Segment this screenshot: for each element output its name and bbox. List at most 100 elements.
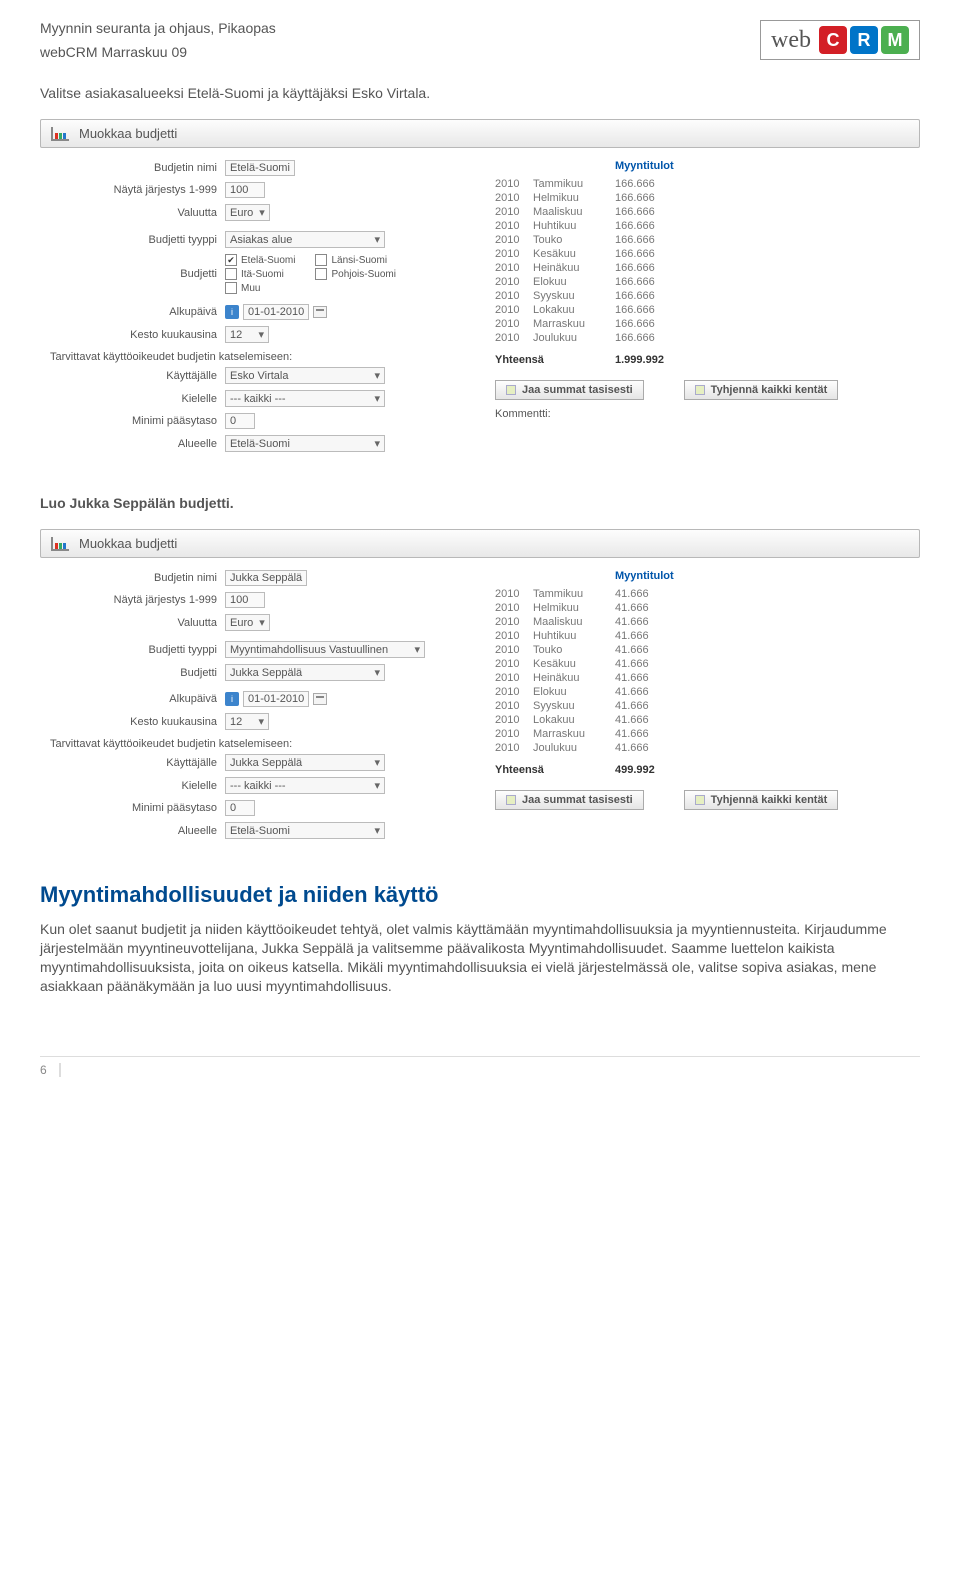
month-row: 2010Touko41.666 — [495, 644, 910, 656]
month-table-2: 2010Tammikuu41.666 2010Helmikuu41.666 2010… — [495, 588, 910, 754]
type-select[interactable]: Asiakas alue — [225, 231, 385, 248]
duration-select[interactable]: 12 — [225, 326, 269, 343]
month-row: 2010Tammikuu41.666 — [495, 588, 910, 600]
month-row: 2010Heinäkuu41.666 — [495, 672, 910, 684]
total-value: 1.999.992 — [615, 354, 664, 366]
label-currency: Valuutta — [50, 617, 225, 629]
total-label: Yhteensä — [495, 354, 615, 366]
currency-select[interactable]: Euro — [225, 614, 270, 631]
lang-select[interactable]: --- kaikki --- — [225, 777, 385, 794]
month-row: 2010Heinäkuu166.666 — [495, 262, 910, 274]
budget-name-input[interactable]: Etelä-Suomi — [225, 160, 295, 176]
label-type: Budjetti tyyppi — [50, 644, 225, 656]
month-row: 2010Kesäkuu41.666 — [495, 658, 910, 670]
chk-lansi[interactable] — [315, 254, 327, 266]
month-row: 2010Lokakuu166.666 — [495, 304, 910, 316]
month-table-1: 2010Tammikuu166.6662010Helmikuu166.66620… — [495, 178, 910, 344]
label-budget: Budjetti — [50, 268, 225, 280]
type-select[interactable]: Myyntimahdollisuus Vastuullinen — [225, 641, 425, 658]
calendar-icon[interactable] — [313, 306, 327, 318]
section-heading: Myyntimahdollisuudet ja niiden käyttö — [40, 882, 920, 908]
label-area: Alueelle — [50, 825, 225, 837]
month-row: 2010Syyskuu166.666 — [495, 290, 910, 302]
info-icon[interactable]: i — [225, 305, 239, 319]
label-lang: Kielelle — [50, 393, 225, 405]
chk-etela[interactable]: ✔ — [225, 254, 237, 266]
area-select[interactable]: Etelä-Suomi — [225, 435, 385, 452]
label-type: Budjetti tyyppi — [50, 234, 225, 246]
panel-title: Muokkaa budjetti — [79, 536, 177, 551]
order-input[interactable]: 100 — [225, 592, 265, 608]
chart-icon — [51, 127, 69, 141]
label-budget-name: Budjetin nimi — [50, 572, 225, 584]
myyntitulot-title: Myyntitulot — [495, 160, 910, 172]
month-row: 2010Maaliskuu166.666 — [495, 206, 910, 218]
label-budget: Budjetti — [50, 667, 225, 679]
chk-pohjois[interactable] — [315, 268, 327, 280]
order-input[interactable]: 100 — [225, 182, 265, 198]
page-header: Myynnin seuranta ja ohjaus, Pikaopas web… — [40, 20, 920, 60]
logo-r-icon: R — [850, 26, 878, 54]
logo-m-icon: M — [881, 26, 909, 54]
month-row: 2010Lokakuu41.666 — [495, 714, 910, 726]
perm-heading: Tarvittavat käyttöoikeudet budjetin kats… — [50, 738, 465, 750]
clear-button[interactable]: Tyhjennä kaikki kentät — [684, 380, 839, 400]
total-value: 499.992 — [615, 764, 655, 776]
label-duration: Kesto kuukausina — [50, 329, 225, 341]
user-select[interactable]: Jukka Seppälä — [225, 754, 385, 771]
region-checkbox-grid: ✔Etelä-Suomi Länsi-Suomi Itä-Suomi Pohjo… — [225, 254, 396, 294]
start-date-input[interactable]: 01-01-2010 — [243, 691, 309, 707]
label-order: Näytä järjestys 1-999 — [50, 594, 225, 606]
intro-text-2: Luo Jukka Seppälän budjetti. — [40, 495, 920, 511]
calendar-icon[interactable] — [313, 693, 327, 705]
distribute-button[interactable]: Jaa summat tasisesti — [495, 790, 644, 810]
label-start: Alkupäivä — [50, 693, 225, 705]
label-lang: Kielelle — [50, 780, 225, 792]
month-row: 2010Tammikuu166.666 — [495, 178, 910, 190]
label-duration: Kesto kuukausina — [50, 716, 225, 728]
start-date-input[interactable]: 01-01-2010 — [243, 304, 309, 320]
panel-title: Muokkaa budjetti — [79, 126, 177, 141]
user-select[interactable]: Esko Virtala — [225, 367, 385, 384]
distribute-button[interactable]: Jaa summat tasisesti — [495, 380, 644, 400]
month-row: 2010Syyskuu41.666 — [495, 700, 910, 712]
label-area: Alueelle — [50, 438, 225, 450]
min-input[interactable]: 0 — [225, 413, 255, 429]
info-icon[interactable]: i — [225, 692, 239, 706]
chk-muu[interactable] — [225, 282, 237, 294]
label-start: Alkupäivä — [50, 306, 225, 318]
month-row: 2010Touko166.666 — [495, 234, 910, 246]
webcrm-logo: web C R M — [760, 20, 920, 60]
lang-select[interactable]: --- kaikki --- — [225, 390, 385, 407]
budget-panel-2: Muokkaa budjetti Budjetin nimi Jukka Sep… — [40, 529, 920, 857]
label-currency: Valuutta — [50, 207, 225, 219]
page-footer: 6 — [40, 1056, 920, 1077]
duration-select[interactable]: 12 — [225, 713, 269, 730]
min-input[interactable]: 0 — [225, 800, 255, 816]
budget-select[interactable]: Jukka Seppälä — [225, 664, 385, 681]
chk-ita[interactable] — [225, 268, 237, 280]
logo-c-icon: C — [819, 26, 847, 54]
month-row: 2010Maaliskuu41.666 — [495, 616, 910, 628]
budget-name-input[interactable]: Jukka Seppälä — [225, 570, 307, 586]
budget-panel-1: Muokkaa budjetti Budjetin nimi Etelä-Suo… — [40, 119, 920, 470]
month-row: 2010Huhtikuu166.666 — [495, 220, 910, 232]
section-paragraph: Kun olet saanut budjetit ja niiden käytt… — [40, 920, 920, 996]
intro-text-1: Valitse asiakasalueeksi Etelä-Suomi ja k… — [40, 85, 920, 101]
panel-header: Muokkaa budjetti — [40, 119, 920, 148]
total-label: Yhteensä — [495, 764, 615, 776]
label-min: Minimi pääsytaso — [50, 415, 225, 427]
clear-button[interactable]: Tyhjennä kaikki kentät — [684, 790, 839, 810]
month-row: 2010Marraskuu166.666 — [495, 318, 910, 330]
month-row: 2010Elokuu166.666 — [495, 276, 910, 288]
label-budget-name: Budjetin nimi — [50, 162, 225, 174]
month-row: 2010Helmikuu41.666 — [495, 602, 910, 614]
label-user: Käyttäjälle — [50, 757, 225, 769]
area-select[interactable]: Etelä-Suomi — [225, 822, 385, 839]
currency-select[interactable]: Euro — [225, 204, 270, 221]
page-number: 6 — [40, 1063, 61, 1077]
chart-icon — [51, 537, 69, 551]
perm-heading: Tarvittavat käyttöoikeudet budjetin kats… — [50, 351, 465, 363]
month-row: 2010Joulukuu41.666 — [495, 742, 910, 754]
label-order: Näytä järjestys 1-999 — [50, 184, 225, 196]
